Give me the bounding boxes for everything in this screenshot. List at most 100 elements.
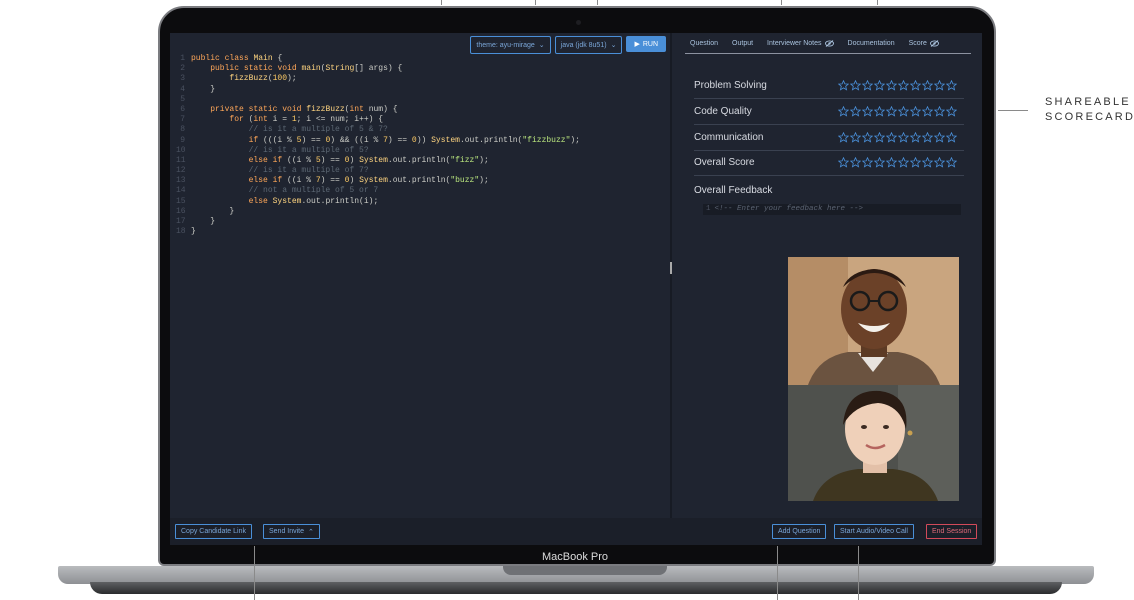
star-icon[interactable]	[850, 132, 861, 143]
star-icon[interactable]	[862, 106, 873, 117]
line-number: 3	[180, 74, 185, 84]
star-icon[interactable]	[946, 157, 957, 168]
code-text: fizzBuzz(100);	[229, 74, 297, 84]
feedback-input[interactable]: 1 <!-- Enter your feedback here -->	[703, 204, 961, 215]
code-text: private static void fizzBuzz(int num) {	[210, 104, 398, 114]
star-icon[interactable]	[910, 106, 921, 117]
star-icon[interactable]	[934, 132, 945, 143]
star-icon[interactable]	[934, 106, 945, 117]
editor-toolbar: theme: ayu-mirage ⌄ java (jdk 8u51) ⌄ ▶ …	[470, 36, 666, 54]
star-icon[interactable]	[898, 132, 909, 143]
star-icon[interactable]	[874, 106, 885, 117]
star-rating[interactable]	[838, 106, 957, 117]
add-question-button[interactable]: Add Question	[772, 524, 827, 539]
star-rating[interactable]	[838, 157, 957, 168]
side-panel: Question Output Interviewer Notes Documenta…	[673, 33, 982, 518]
score-label: Overall Score	[694, 157, 755, 168]
star-icon[interactable]	[886, 80, 897, 91]
video-tile-interviewer[interactable]	[788, 257, 959, 385]
score-row-communication: Communication	[694, 125, 964, 151]
star-icon[interactable]	[898, 80, 909, 91]
star-icon[interactable]	[874, 132, 885, 143]
copy-candidate-link-button[interactable]: Copy Candidate Link	[175, 524, 252, 539]
tab-question[interactable]: Question	[683, 38, 725, 49]
star-icon[interactable]	[910, 157, 921, 168]
code-text: if (((i % 5) == 0) && ((i % 7) == 0)) Sy…	[248, 135, 580, 145]
eye-slash-icon[interactable]	[824, 40, 834, 47]
star-icon[interactable]	[934, 157, 945, 168]
language-select[interactable]: java (jdk 8u51) ⌄	[554, 36, 623, 54]
star-icon[interactable]	[838, 157, 849, 168]
splitter-handle-icon[interactable]	[670, 262, 672, 274]
star-icon[interactable]	[862, 132, 873, 143]
star-icon[interactable]	[886, 157, 897, 168]
video-tile-candidate[interactable]	[788, 385, 959, 501]
line-number: 7	[180, 115, 185, 125]
line-number: 11	[176, 155, 186, 165]
callout-line-top-1	[441, 0, 442, 5]
code-lines[interactable]: 1 public class Main {2 public static void…	[176, 54, 580, 237]
tab-output[interactable]: Output	[725, 38, 760, 49]
feedback-label: Overall Feedback	[694, 185, 773, 196]
star-icon[interactable]	[874, 157, 885, 168]
star-rating[interactable]	[838, 80, 957, 91]
star-icon[interactable]	[922, 106, 933, 117]
star-icon[interactable]	[850, 80, 861, 91]
star-icon[interactable]	[898, 106, 909, 117]
star-icon[interactable]	[886, 132, 897, 143]
run-label: RUN	[642, 40, 658, 48]
feedback-placeholder: <!-- Enter your feedback here -->	[714, 205, 864, 213]
star-icon[interactable]	[922, 132, 933, 143]
callout-label-line1: SHAREABLE	[1045, 96, 1131, 108]
callout-label-scorecards: SHAREABLE SCORECARDS	[1045, 95, 1134, 125]
copy-candidate-link-label: Copy Candidate Link	[181, 528, 246, 535]
tab-documentation[interactable]: Documentation	[841, 38, 902, 49]
callout-line-top-3	[597, 0, 598, 5]
theme-select[interactable]: theme: ayu-mirage ⌄	[470, 36, 551, 54]
end-session-button[interactable]: End Session	[926, 524, 978, 539]
code-text: }	[191, 206, 235, 216]
tab-interviewer-notes[interactable]: Interviewer Notes	[760, 38, 840, 49]
star-icon[interactable]	[946, 132, 957, 143]
star-icon[interactable]	[910, 132, 921, 143]
star-icon[interactable]	[862, 80, 873, 91]
star-icon[interactable]	[898, 157, 909, 168]
star-icon[interactable]	[838, 80, 849, 91]
send-invite-button[interactable]: Send Invite ⌃	[263, 524, 320, 539]
star-rating[interactable]	[838, 132, 957, 143]
star-icon[interactable]	[946, 80, 957, 91]
star-icon[interactable]	[850, 157, 861, 168]
run-button[interactable]: ▶ RUN	[626, 36, 666, 52]
code-editor[interactable]: theme: ayu-mirage ⌄ java (jdk 8u51) ⌄ ▶ …	[170, 33, 670, 518]
callout-line-top-4	[781, 0, 782, 5]
star-icon[interactable]	[934, 80, 945, 91]
star-icon[interactable]	[922, 80, 933, 91]
star-icon[interactable]	[886, 106, 897, 117]
code-line: 8 // is it a multiple of 5 & 7?	[176, 125, 580, 135]
code-line: 16 }	[176, 207, 580, 217]
laptop-base-bottom	[90, 582, 1062, 594]
star-icon[interactable]	[838, 106, 849, 117]
line-number: 1	[180, 54, 185, 63]
line-number: 18	[176, 227, 186, 237]
star-icon[interactable]	[838, 132, 849, 143]
chevron-down-icon: ⌄	[538, 42, 545, 49]
code-text: // not a multiple of 5 or 7	[191, 186, 379, 196]
line-number: 15	[176, 196, 186, 206]
code-line: 5	[176, 95, 580, 105]
code-text: }	[191, 227, 196, 237]
eye-slash-icon[interactable]	[929, 40, 939, 47]
pane-splitter[interactable]	[670, 33, 672, 518]
star-icon[interactable]	[862, 157, 873, 168]
tab-score[interactable]: Score	[902, 38, 946, 49]
line-number: 4	[180, 84, 185, 94]
start-call-button[interactable]: Start Audio/Video Call	[834, 524, 914, 539]
star-icon[interactable]	[910, 80, 921, 91]
line-number: 16	[176, 206, 186, 216]
callout-line-bottom-1	[254, 546, 255, 600]
star-icon[interactable]	[922, 157, 933, 168]
tab-label: Question	[690, 40, 719, 47]
star-icon[interactable]	[850, 106, 861, 117]
star-icon[interactable]	[946, 106, 957, 117]
star-icon[interactable]	[874, 80, 885, 91]
